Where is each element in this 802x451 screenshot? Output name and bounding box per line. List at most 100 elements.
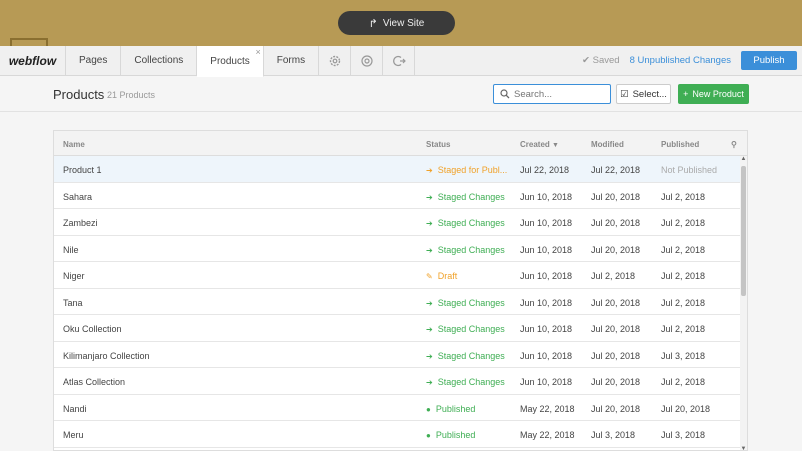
- table-row[interactable]: Nile ➔ Staged Changes Jun 10, 2018 Jul 20, …: [54, 236, 747, 262]
- cell-modified: Jul 20, 2018: [591, 297, 641, 308]
- search-box[interactable]: [493, 84, 611, 104]
- table-row[interactable]: Atlas Collection ➔ Staged Changes Jun 10, …: [54, 368, 747, 395]
- cell-published: Jul 2, 2018: [661, 271, 706, 281]
- cell-published: Jul 2, 2018: [661, 297, 706, 308]
- table-row[interactable]: Nandi ● Published May 22, 2018 Jul 20, 2018…: [54, 395, 747, 421]
- column-header-name[interactable]: Name: [63, 140, 85, 149]
- cell-name: Oku Collection: [63, 324, 122, 334]
- table-row[interactable]: Kilimanjaro Collection ➔ Staged Changes Ju…: [54, 342, 747, 368]
- nav-right-group: ✔ Saved 8 Unpublished Changes Publish: [582, 46, 802, 75]
- cell-modified: Jul 3, 2018: [591, 430, 636, 440]
- scroll-thumb[interactable]: [741, 166, 746, 296]
- cell-created: Jun 10, 2018: [520, 324, 573, 334]
- status-label: Staged Changes: [437, 350, 505, 361]
- status-label: Staged for Publ...: [437, 165, 508, 175]
- vertical-scrollbar[interactable]: ▲ ▼: [740, 156, 747, 450]
- scroll-up-icon[interactable]: ▲: [740, 156, 747, 162]
- column-header-published[interactable]: Published: [661, 140, 699, 149]
- table-header: Name Status Created ▼ Modified Published…: [54, 131, 747, 156]
- publish-button[interactable]: Publish: [741, 51, 797, 70]
- column-header-status[interactable]: Status: [426, 140, 450, 149]
- close-icon[interactable]: ×: [255, 47, 260, 57]
- cell-status: ● Published: [426, 404, 475, 414]
- table-row[interactable]: Oku Collection ➔ Staged Changes Jun 10, 20…: [54, 315, 747, 342]
- site-logo-ghost: [10, 38, 48, 46]
- status-icon: ➔: [426, 378, 433, 387]
- cell-modified: Jul 20, 2018: [591, 218, 641, 228]
- sort-down-icon: ▼: [552, 142, 559, 149]
- scroll-down-icon[interactable]: ▼: [740, 446, 747, 450]
- arrow-up-icon: ↱: [368, 17, 378, 30]
- status-label: Staged Changes: [437, 297, 505, 308]
- cell-name: Nandi: [63, 403, 87, 414]
- cell-created: May 22, 2018: [520, 403, 575, 414]
- cell-modified: Jul 22, 2018: [591, 165, 641, 175]
- cell-published: Not Published: [661, 165, 718, 175]
- column-header-modified[interactable]: Modified: [591, 140, 624, 149]
- status-label: Published: [435, 403, 476, 414]
- cell-status: ➔ Staged Changes: [426, 377, 505, 387]
- tab-pages[interactable]: Pages: [66, 46, 122, 75]
- cell-name: Kilimanjaro Collection: [63, 350, 150, 361]
- table-row[interactable]: Sahara ➔ Staged Changes Jun 10, 2018 Jul 20…: [54, 183, 747, 209]
- select-button[interactable]: ☑ Select...: [616, 84, 671, 104]
- tab-products[interactable]: Products ×: [197, 46, 264, 77]
- cell-modified: Jul 20, 2018: [591, 377, 641, 387]
- pin-icon[interactable]: ⚲: [731, 140, 737, 149]
- cell-created: Jun 10, 2018: [520, 191, 573, 202]
- table-row[interactable]: Product 1 ➔ Staged for Publ... Jul 22, 201…: [54, 156, 747, 183]
- new-product-button[interactable]: + New Product: [678, 84, 749, 104]
- cell-modified: Jul 2, 2018: [591, 271, 636, 281]
- cell-modified: Jul 20, 2018: [591, 324, 641, 334]
- unpublished-changes-link[interactable]: 8 Unpublished Changes: [630, 55, 731, 66]
- cell-modified: Jul 20, 2018: [591, 403, 641, 414]
- cell-published: Jul 20, 2018: [661, 403, 711, 414]
- table-row[interactable]: Niger ✎ Draft Jun 10, 2018 Jul 2, 2018 Jul 2…: [54, 262, 747, 289]
- column-header-created[interactable]: Created ▼: [520, 140, 559, 149]
- cell-published: Jul 3, 2018: [661, 350, 706, 361]
- table-row[interactable]: Zambezi ➔ Staged Changes Jun 10, 2018 Jul 2…: [54, 209, 747, 236]
- check-icon: ✔: [582, 55, 591, 66]
- status-label: Staged Changes: [437, 377, 505, 387]
- status-icon: ➔: [426, 219, 433, 228]
- cell-status: ➔ Staged Changes: [426, 245, 505, 255]
- tab-pages-label: Pages: [79, 55, 108, 66]
- cell-name: Sahara: [63, 191, 93, 202]
- site-preview-strip: ↱ View Site: [0, 0, 802, 46]
- status-icon: ✎: [426, 272, 433, 281]
- search-input[interactable]: [514, 88, 604, 100]
- status-icon: ➔: [426, 351, 433, 361]
- collection-header: Products 21 Products ☑ Select... + New P…: [0, 77, 802, 112]
- cell-published: Jul 3, 2018: [661, 430, 706, 440]
- status-label: Published: [435, 430, 476, 440]
- cell-name: Tana: [63, 297, 83, 308]
- status-icon: ➔: [426, 298, 433, 308]
- view-site-button[interactable]: ↱ View Site: [338, 11, 455, 35]
- table-row[interactable]: Meru ● Published May 22, 2018 Jul 3, 2018 Ju…: [54, 421, 747, 448]
- status-icon: ●: [426, 431, 431, 440]
- status-icon: ➔: [426, 166, 433, 175]
- checkbox-icon: ☑: [620, 88, 629, 100]
- cell-created: Jun 10, 2018: [520, 218, 573, 228]
- item-count: 21 Products: [107, 90, 156, 100]
- cell-created: Jun 10, 2018: [520, 297, 573, 308]
- tab-forms[interactable]: Forms: [264, 46, 320, 75]
- collection-settings-gear-icon[interactable]: [351, 46, 384, 75]
- cell-name: Product 1: [63, 165, 102, 175]
- status-label: Staged Changes: [437, 191, 505, 202]
- cell-created: May 22, 2018: [520, 430, 575, 440]
- integrations-icon[interactable]: [383, 46, 416, 75]
- status-label: Draft: [437, 271, 458, 281]
- tab-collections[interactable]: Collections: [121, 46, 198, 75]
- cell-status: ➔ Staged Changes: [426, 298, 505, 308]
- table-row[interactable]: Tana ➔ Staged Changes Jun 10, 2018 Jul 20, …: [54, 289, 747, 315]
- webflow-logo[interactable]: webflow: [0, 46, 66, 75]
- site-settings-gear-icon[interactable]: [319, 46, 352, 75]
- cell-status: ● Published: [426, 430, 475, 440]
- table-body: Product 1 ➔ Staged for Publ... Jul 22, 201…: [54, 156, 747, 448]
- top-nav: webflow Pages Collections Products × For…: [0, 46, 802, 77]
- tab-products-label: Products: [210, 55, 250, 67]
- new-product-label: New Product: [692, 89, 744, 99]
- cell-name: Meru: [63, 430, 84, 440]
- status-label: Staged Changes: [437, 244, 505, 255]
